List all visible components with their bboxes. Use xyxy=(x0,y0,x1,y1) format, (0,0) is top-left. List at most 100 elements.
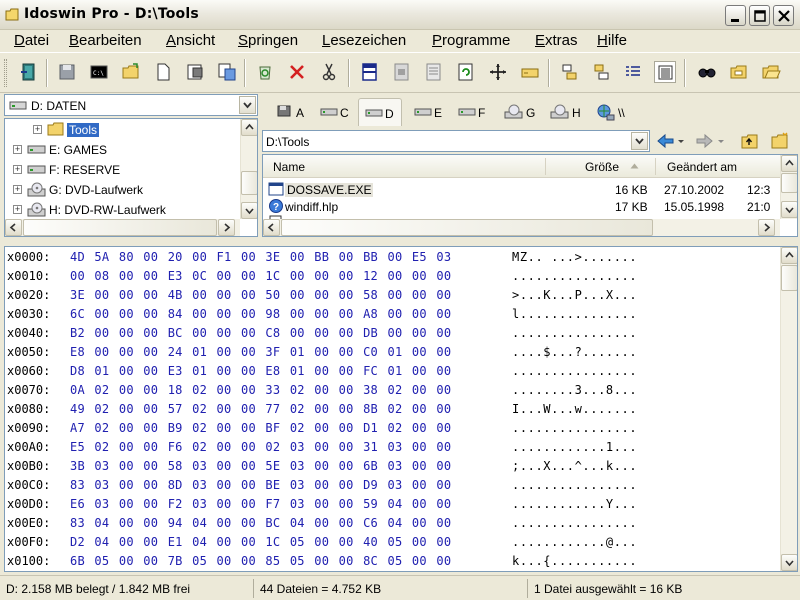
path-field[interactable]: D:\Tools xyxy=(262,130,650,152)
drive-selector-dropdown[interactable] xyxy=(239,96,256,114)
save-button[interactable] xyxy=(56,61,78,83)
scroll-left-button[interactable] xyxy=(263,219,280,236)
list-view-button[interactable] xyxy=(423,61,445,83)
file-list-vertical-scrollbar[interactable] xyxy=(780,155,797,219)
column-size[interactable]: Größe xyxy=(585,160,619,174)
drive-icon xyxy=(365,109,383,117)
tree-item-drive-f[interactable]: + F: RESERVE xyxy=(5,160,239,180)
menu-bar: Datei Bearbeiten Ansicht Springen Leseze… xyxy=(0,30,800,52)
exit-button[interactable] xyxy=(18,61,40,83)
column-modified[interactable]: Geändert am xyxy=(667,160,737,174)
chevron-left-icon xyxy=(267,223,274,232)
hex-view-button[interactable] xyxy=(654,61,676,83)
file-size: 16 KB xyxy=(615,183,648,197)
drive-tab-network[interactable]: \\ xyxy=(590,98,634,126)
column-name[interactable]: Name xyxy=(273,160,305,174)
new-folder-button[interactable] xyxy=(770,132,790,150)
menu-lesezeichen[interactable]: Lesezeichen xyxy=(322,32,406,49)
folder-open-button[interactable] xyxy=(760,61,782,83)
tree-item-tools[interactable]: + Tools xyxy=(5,120,239,140)
delete-button[interactable] xyxy=(286,61,308,83)
scroll-up-button[interactable] xyxy=(781,155,797,172)
split-view-button[interactable] xyxy=(359,61,381,83)
drive-icon xyxy=(521,68,539,78)
scroll-thumb[interactable] xyxy=(23,219,217,236)
cd-icon xyxy=(550,104,569,119)
drive-tab-e[interactable]: E xyxy=(408,98,444,126)
expand-icon[interactable]: + xyxy=(13,205,22,214)
details-button[interactable] xyxy=(622,61,644,83)
drive-tab-d[interactable]: D xyxy=(358,98,402,126)
refresh-button[interactable] xyxy=(455,61,477,83)
tree-item-drive-h[interactable]: + H: DVD-RW-Laufwerk xyxy=(5,200,239,220)
scroll-left-button[interactable] xyxy=(5,219,22,236)
split-horizontal-button[interactable] xyxy=(391,61,413,83)
maximize-button[interactable] xyxy=(749,5,770,26)
cut-button[interactable] xyxy=(318,61,340,83)
toolbar-grip[interactable] xyxy=(4,59,7,87)
scroll-thumb[interactable] xyxy=(781,265,797,291)
expand-icon[interactable]: + xyxy=(13,145,22,154)
sort-descending-button[interactable] xyxy=(590,61,612,83)
folder-tree[interactable]: + Tools + E: GAMES + F: RESERVE + G: DVD… xyxy=(4,118,258,237)
sort-ascending-button[interactable] xyxy=(558,61,580,83)
properties-button[interactable] xyxy=(184,61,206,83)
hex-vertical-scrollbar[interactable] xyxy=(780,247,797,571)
console-button[interactable]: C:\ xyxy=(88,61,110,83)
window-title: Idoswin Pro - D:\Tools xyxy=(24,6,199,22)
tree-item-drive-g[interactable]: + G: DVD-Laufwerk xyxy=(5,180,239,200)
menu-extras[interactable]: Extras xyxy=(535,32,578,49)
up-folder-button[interactable] xyxy=(740,132,760,150)
scroll-thumb[interactable] xyxy=(781,173,797,193)
menu-datei[interactable]: Datei xyxy=(14,32,49,49)
scroll-down-button[interactable] xyxy=(241,202,257,219)
scroll-up-button[interactable] xyxy=(241,119,257,136)
scroll-right-button[interactable] xyxy=(758,219,775,236)
toolbar-separator xyxy=(348,59,350,87)
tree-item-drive-e[interactable]: + E: GAMES xyxy=(5,140,239,160)
drive-tab-c[interactable]: C xyxy=(314,98,350,126)
drive-tab-h[interactable]: H xyxy=(544,98,582,126)
recycle-button[interactable] xyxy=(254,61,276,83)
forward-button[interactable] xyxy=(694,132,726,150)
scroll-right-button[interactable] xyxy=(218,219,235,236)
back-button[interactable] xyxy=(656,132,686,150)
compare-button[interactable] xyxy=(216,61,238,83)
scroll-up-button[interactable] xyxy=(781,247,797,264)
new-file-button[interactable] xyxy=(152,61,174,83)
menu-bearbeiten[interactable]: Bearbeiten xyxy=(69,32,142,49)
close-button[interactable] xyxy=(773,5,794,26)
search-button[interactable] xyxy=(696,61,718,83)
menu-springen[interactable]: Springen xyxy=(238,32,298,49)
drive-button[interactable] xyxy=(519,61,541,83)
file-row[interactable]: DOSSAVE.EXE 16 KB 27.10.2002 12:3 xyxy=(263,181,781,198)
hex-view-icon xyxy=(658,65,673,80)
tree-horizontal-scrollbar[interactable] xyxy=(5,219,240,236)
scroll-thumb[interactable] xyxy=(281,219,653,236)
drive-tab-g[interactable]: G xyxy=(498,98,536,126)
menu-ansicht[interactable]: Ansicht xyxy=(166,32,215,49)
file-list[interactable]: Name Größe Geändert am DOSSAVE.EXE 16 KB… xyxy=(262,154,798,237)
tree-vertical-scrollbar[interactable] xyxy=(240,119,257,219)
compare-icon xyxy=(218,63,236,81)
hex-view[interactable]: x0000: 4D 5A 80 00 20 00 F1 00 3E 00 BB 0… xyxy=(4,246,798,572)
scroll-down-button[interactable] xyxy=(781,554,797,571)
scroll-thumb[interactable] xyxy=(241,171,257,195)
folder-button[interactable] xyxy=(728,61,750,83)
menu-programme[interactable]: Programme xyxy=(432,32,510,49)
menu-hilfe[interactable]: Hilfe xyxy=(597,32,627,49)
cut-icon xyxy=(322,63,336,81)
path-dropdown[interactable] xyxy=(631,132,648,150)
expand-icon[interactable]: + xyxy=(33,125,42,134)
expand-icon[interactable]: + xyxy=(13,165,22,174)
drive-tab-a[interactable]: A xyxy=(270,98,306,126)
scroll-down-button[interactable] xyxy=(781,201,797,218)
file-row[interactable]: ? windiff.hlp 17 KB 15.05.1998 21:0 xyxy=(263,198,781,215)
file-list-horizontal-scrollbar[interactable] xyxy=(263,219,780,236)
drive-selector[interactable]: D: DATEN xyxy=(4,94,258,116)
expand-icon[interactable]: + xyxy=(13,185,22,194)
minimize-button[interactable] xyxy=(725,5,746,26)
open-folder-button[interactable] xyxy=(120,61,142,83)
drive-tab-f[interactable]: F xyxy=(452,98,488,126)
move-button[interactable] xyxy=(487,61,509,83)
